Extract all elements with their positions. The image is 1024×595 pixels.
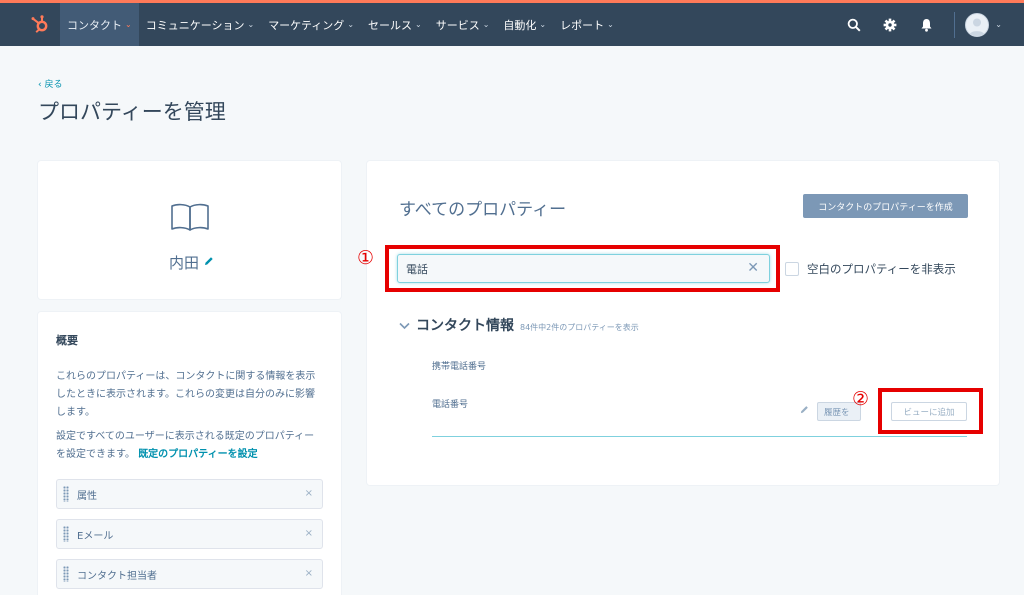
nav-item-contacts[interactable]: コンタクト ⌄ — [60, 3, 139, 46]
property-group-row[interactable]: 属性 × — [56, 479, 323, 509]
contact-name-wrap: 内田 — [169, 252, 214, 273]
gear-icon[interactable] — [872, 3, 908, 46]
book-icon — [169, 201, 211, 233]
chevron-down-icon[interactable]: ⌄ — [995, 20, 1002, 29]
nav-item-automation[interactable]: 自動化 ⌄ — [496, 3, 553, 46]
hubspot-logo-icon[interactable] — [30, 14, 50, 34]
nav-item-marketing[interactable]: マーケティング ⌄ — [261, 3, 361, 46]
property-group-row[interactable]: コンタクト担当者 × — [56, 559, 323, 589]
drag-handle-icon[interactable] — [63, 486, 69, 502]
back-link[interactable]: ‹ 戻る — [38, 77, 62, 90]
annotation-box-search — [385, 245, 780, 292]
contact-name: 内田 — [169, 254, 200, 272]
avatar[interactable] — [965, 12, 990, 37]
page-title: プロパティーを管理 — [38, 100, 226, 124]
chevron-down-icon: ⌄ — [247, 20, 255, 29]
nav-item-reports[interactable]: レポート ⌄ — [553, 3, 621, 46]
pencil-icon[interactable] — [204, 256, 214, 269]
property-mobile-phone: 携帯電話番号 — [432, 362, 487, 372]
remove-icon[interactable]: × — [305, 488, 313, 499]
hide-empty-checkbox[interactable] — [785, 262, 799, 276]
property-underline — [432, 436, 967, 437]
remove-icon[interactable]: × — [305, 528, 313, 539]
drag-handle-icon[interactable] — [63, 566, 69, 582]
remove-icon[interactable]: × — [305, 568, 313, 579]
hide-empty-properties-option[interactable]: 空白のプロパティーを非表示 — [785, 261, 956, 277]
property-phone-number: 電話番号 — [432, 400, 469, 410]
annotation-marker-2: ② — [852, 388, 870, 410]
group-label: コンタクト担当者 — [77, 570, 157, 582]
summary-title: 概要 — [56, 334, 78, 347]
summary-default-note: 設定ですべてのユーザーに表示される既定のプロパティーを設定できます。 既定のプロ… — [56, 431, 315, 460]
nav-item-conversations[interactable]: コミュニケーション ⌄ — [139, 3, 261, 46]
nav-item-service[interactable]: サービス ⌄ — [429, 3, 497, 46]
chevron-down-icon: ⌄ — [347, 20, 355, 29]
nav-divider — [954, 11, 956, 38]
chevron-down-icon[interactable] — [399, 319, 410, 333]
hide-empty-label: 空白のプロパティーを非表示 — [807, 262, 956, 276]
summary-description: これらのプロパティーは、コンタクトに関する情報を表示したときに表示されます。これ… — [56, 371, 316, 418]
pencil-icon[interactable] — [800, 405, 809, 417]
nav-utilities: ⌄ — [836, 3, 1024, 46]
chevron-down-icon: ⌄ — [482, 20, 490, 29]
drag-handle-icon[interactable] — [63, 526, 69, 542]
group-title: コンタクト情報 — [416, 318, 514, 334]
main-nav: コンタクト ⌄ コミュニケーション ⌄ マーケティング ⌄ セールス ⌄ サービス ⌄ 自… — [60, 3, 621, 46]
summary-card: 概要 これらのプロパティーは、コンタクトに関する情報を表示したときに表示されます… — [38, 312, 341, 595]
profile-card — [38, 161, 341, 299]
section-title: すべてのプロパティー — [399, 200, 567, 220]
set-default-properties-link[interactable]: 既定のプロパティーを設定 — [138, 449, 257, 460]
property-group-row[interactable]: Eメール × — [56, 519, 323, 549]
group-count: 84件中2件のプロパティーを表示 — [520, 323, 639, 332]
create-contact-property-button[interactable]: コンタクトのプロパティーを作成 — [803, 194, 968, 218]
chevron-down-icon: ⌄ — [539, 20, 547, 29]
all-properties-card: すべてのプロパティー コンタクトのプロパティーを作成 ✕ 空白のプロパティーを非… — [367, 161, 999, 485]
search-icon[interactable] — [836, 3, 872, 46]
annotation-box-add-view — [878, 388, 983, 434]
group-label: Eメール — [77, 530, 114, 542]
property-group-header[interactable]: コンタクト情報 84件中2件のプロパティーを表示 — [399, 315, 639, 335]
chevron-down-icon: ⌄ — [125, 20, 132, 29]
nav-item-sales[interactable]: セールス ⌄ — [361, 3, 429, 46]
chevron-down-icon: ⌄ — [607, 20, 614, 29]
bell-icon[interactable] — [908, 3, 944, 46]
group-label: 属性 — [77, 490, 97, 502]
chevron-down-icon: ⌄ — [415, 20, 422, 29]
top-navigation-bar: コンタクト ⌄ コミュニケーション ⌄ マーケティング ⌄ セールス ⌄ サービス ⌄ 自… — [0, 0, 1024, 46]
annotation-marker-1: ① — [357, 247, 375, 269]
